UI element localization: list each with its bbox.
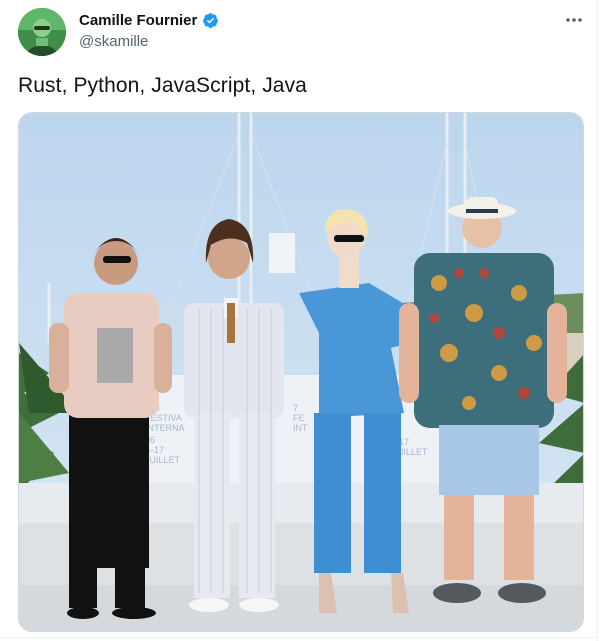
- backdrop-mid-2: FE: [293, 413, 305, 423]
- backdrop-mid-1: 7: [293, 403, 298, 413]
- more-options-button[interactable]: [562, 10, 586, 30]
- backdrop-right-2: JILLET: [399, 447, 428, 457]
- verified-badge-icon: [202, 12, 219, 29]
- more-horizontal-icon: [566, 18, 582, 22]
- author-handle[interactable]: @skamille: [79, 33, 148, 50]
- avatar[interactable]: [18, 8, 66, 56]
- avatar-photo-icon: [18, 8, 66, 56]
- backdrop-line-3: INTERNA: [145, 423, 185, 433]
- divider: [0, 637, 598, 638]
- tweet-text: Rust, Python, JavaScript, Java: [18, 74, 307, 97]
- backdrop-line-6: JUILLET: [145, 455, 181, 465]
- author-name-row[interactable]: Camille Fournier: [79, 12, 219, 29]
- tweet: Camille Fournier @skamille Rust, Python,…: [0, 0, 605, 641]
- divider: [597, 0, 598, 641]
- photo-illustration: 74e FESTIVA INTERNA 06 —17 JUILLET 7 FE …: [19, 113, 583, 631]
- author-display-name[interactable]: Camille Fournier: [79, 12, 197, 29]
- tweet-photo[interactable]: 74e FESTIVA INTERNA 06 —17 JUILLET 7 FE …: [18, 112, 584, 632]
- backdrop-mid-3: INT: [293, 423, 308, 433]
